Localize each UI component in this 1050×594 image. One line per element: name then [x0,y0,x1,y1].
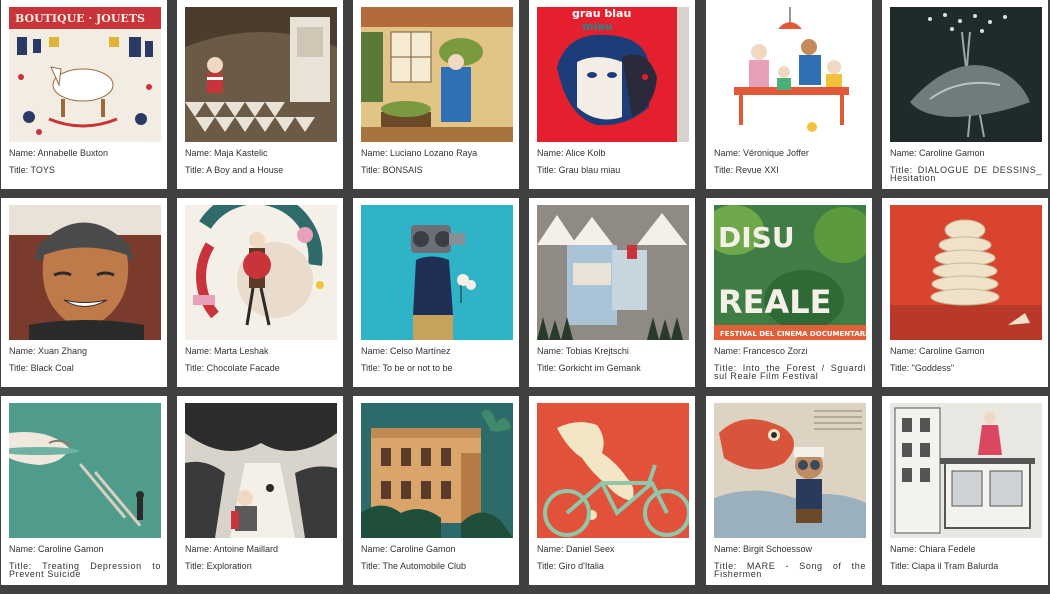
artist-name: Name: Caroline Gamon [9,544,104,554]
goddess-illustration-image[interactable] [890,205,1042,340]
artwork-title: Title: TOYS [9,165,55,175]
artwork-title: Title: The Automobile Club [361,561,467,571]
gallery-card[interactable]: Name: Caroline Gamon Title: DIALOGUE DE … [882,0,1048,189]
svg-text:FESTIVAL DEL CINEMA DOCUMENTAR: FESTIVAL DEL CINEMA DOCUMENTARIO [720,330,866,338]
gallery-card[interactable]: Name: Véronique Joffer Title: Revue XXI [706,0,872,189]
artist-name: Name: Francesco Zorzi [714,346,808,356]
artwork-title: Title: "Goddess" [890,363,955,373]
grau-blau-miau-illustration-image[interactable]: grau blau miau [537,7,689,142]
svg-text:BOUTIQUE · JOUETS: BOUTIQUE · JOUETS [15,12,145,25]
artwork-title: Title: Chocolate Facade [185,363,280,373]
artist-name: Name: Daniel Seex [537,544,615,554]
artwork-title: Title: Ciapa il Tram Balurda [890,561,999,571]
gallery-card[interactable]: Name: Xuan Zhang Title: Black Coal [1,198,167,387]
artist-name: Name: Tobias Krejtschi [537,346,629,356]
artist-name: Name: Luciano Lozano Raya [361,148,478,158]
artwork-title: Title: Gorkicht im Gemank [537,363,641,373]
artwork-title: Title: Exploration [185,561,252,571]
artwork-title: Title: Revue XXI [714,165,779,175]
giro-ditalia-illustration-image[interactable] [537,403,689,538]
gallery-card[interactable]: Name: Maja Kastelic Title: A Boy and a H… [177,0,343,189]
dialogue-de-dessins-illustration-image[interactable] [890,7,1042,142]
artwork-title: Title: Giro d'Italia [537,561,604,571]
artist-name: Name: Caroline Gamon [890,346,985,356]
automobile-club-illustration-image[interactable] [361,403,513,538]
svg-text:REALE: REALE [718,283,832,321]
artist-name: Name: Marta Leshak [185,346,269,356]
artwork-title: Title: Grau blau miau [537,165,621,175]
gallery-card[interactable]: Name: Caroline Gamon Title: The Automobi… [353,396,519,585]
artist-name: Name: Celso Martínez [361,346,451,356]
gallery-card[interactable]: DISU REALE FESTIVAL DEL CINEMA DOCUMENTA… [706,198,872,387]
artist-name: Name: Véronique Joffer [714,148,809,158]
artist-name: Name: Xuan Zhang [9,346,88,356]
to-be-or-not-to-be-illustration-image[interactable] [361,205,513,340]
gallery-card[interactable]: Name: Daniel Seex Title: Giro d'Italia [529,396,695,585]
artist-name: Name: Alice Kolb [537,148,606,158]
artist-name: Name: Annabelle Buxton [9,148,109,158]
artwork-title: Title: BONSAIS [361,165,423,175]
artist-name: Name: Caroline Gamon [890,148,985,158]
gallery-card[interactable]: Name: Caroline Gamon Title: "Goddess" [882,198,1048,387]
bonsais-illustration-image[interactable] [361,7,513,142]
artist-name: Name: Chiara Fedele [890,544,976,554]
artwork-title: Title: Black Coal [9,363,74,373]
treating-depression-illustration-image[interactable] [9,403,161,538]
artist-name: Name: Antoine Maillard [185,544,279,554]
artwork-title: Title: DIALOGUE DE DESSINS_ Hesitation [890,165,1042,183]
gallery-card[interactable]: BOUTIQUE · JOUETS Name: Annabelle Buxton… [1,0,167,189]
svg-text:miau: miau [582,20,613,33]
gallery-card[interactable]: Name: Caroline Gamon Title: Treating Dep… [1,396,167,585]
ciapa-il-tram-illustration-image[interactable] [890,403,1042,538]
black-coal-illustration-image[interactable] [9,205,161,340]
artist-name: Name: Birgit Schoessow [714,544,813,554]
gallery-card[interactable]: Name: Antoine Maillard Title: Exploratio… [177,396,343,585]
into-the-forest-poster-image[interactable]: DISU REALE FESTIVAL DEL CINEMA DOCUMENTA… [714,205,866,340]
artwork-title: Title: Treating Depression to Prevent Su… [9,561,161,579]
svg-text:DISU: DISU [718,221,795,254]
gallery-card[interactable]: Name: Tobias Krejtschi Title: Gorkicht i… [529,198,695,387]
illustration-gallery-grid: BOUTIQUE · JOUETS Name: Annabelle Buxton… [0,0,1050,594]
gallery-card[interactable]: Name: Luciano Lozano Raya Title: BONSAIS [353,0,519,189]
gallery-card[interactable]: Name: Celso Martínez Title: To be or not… [353,198,519,387]
gallery-card[interactable]: Name: Chiara Fedele Title: Ciapa il Tram… [882,396,1048,585]
artwork-title: Title: MARE - Song of the Fishermen [714,561,866,579]
mare-illustration-image[interactable] [714,403,866,538]
boy-house-illustration-image[interactable] [185,7,337,142]
artwork-title: Title: Into the Forest / Sguardi sul Rea… [714,363,866,381]
gallery-card[interactable]: grau blau miau Name: Alice Kolb Title: G… [529,0,695,189]
toys-illustration-image[interactable]: BOUTIQUE · JOUETS [9,7,161,142]
artist-name: Name: Caroline Gamon [361,544,456,554]
gorkicht-im-gemank-illustration-image[interactable] [537,205,689,340]
artwork-title: Title: To be or not to be [361,363,453,373]
artwork-title: Title: A Boy and a House [185,165,284,175]
exploration-illustration-image[interactable] [185,403,337,538]
chocolate-facade-illustration-image[interactable] [185,205,337,340]
revue-xxi-illustration-image[interactable] [714,7,866,142]
svg-text:grau blau: grau blau [572,7,631,20]
gallery-card[interactable]: Name: Birgit Schoessow Title: MARE - Son… [706,396,872,585]
artist-name: Name: Maja Kastelic [185,148,268,158]
gallery-card[interactable]: Name: Marta Leshak Title: Chocolate Faca… [177,198,343,387]
